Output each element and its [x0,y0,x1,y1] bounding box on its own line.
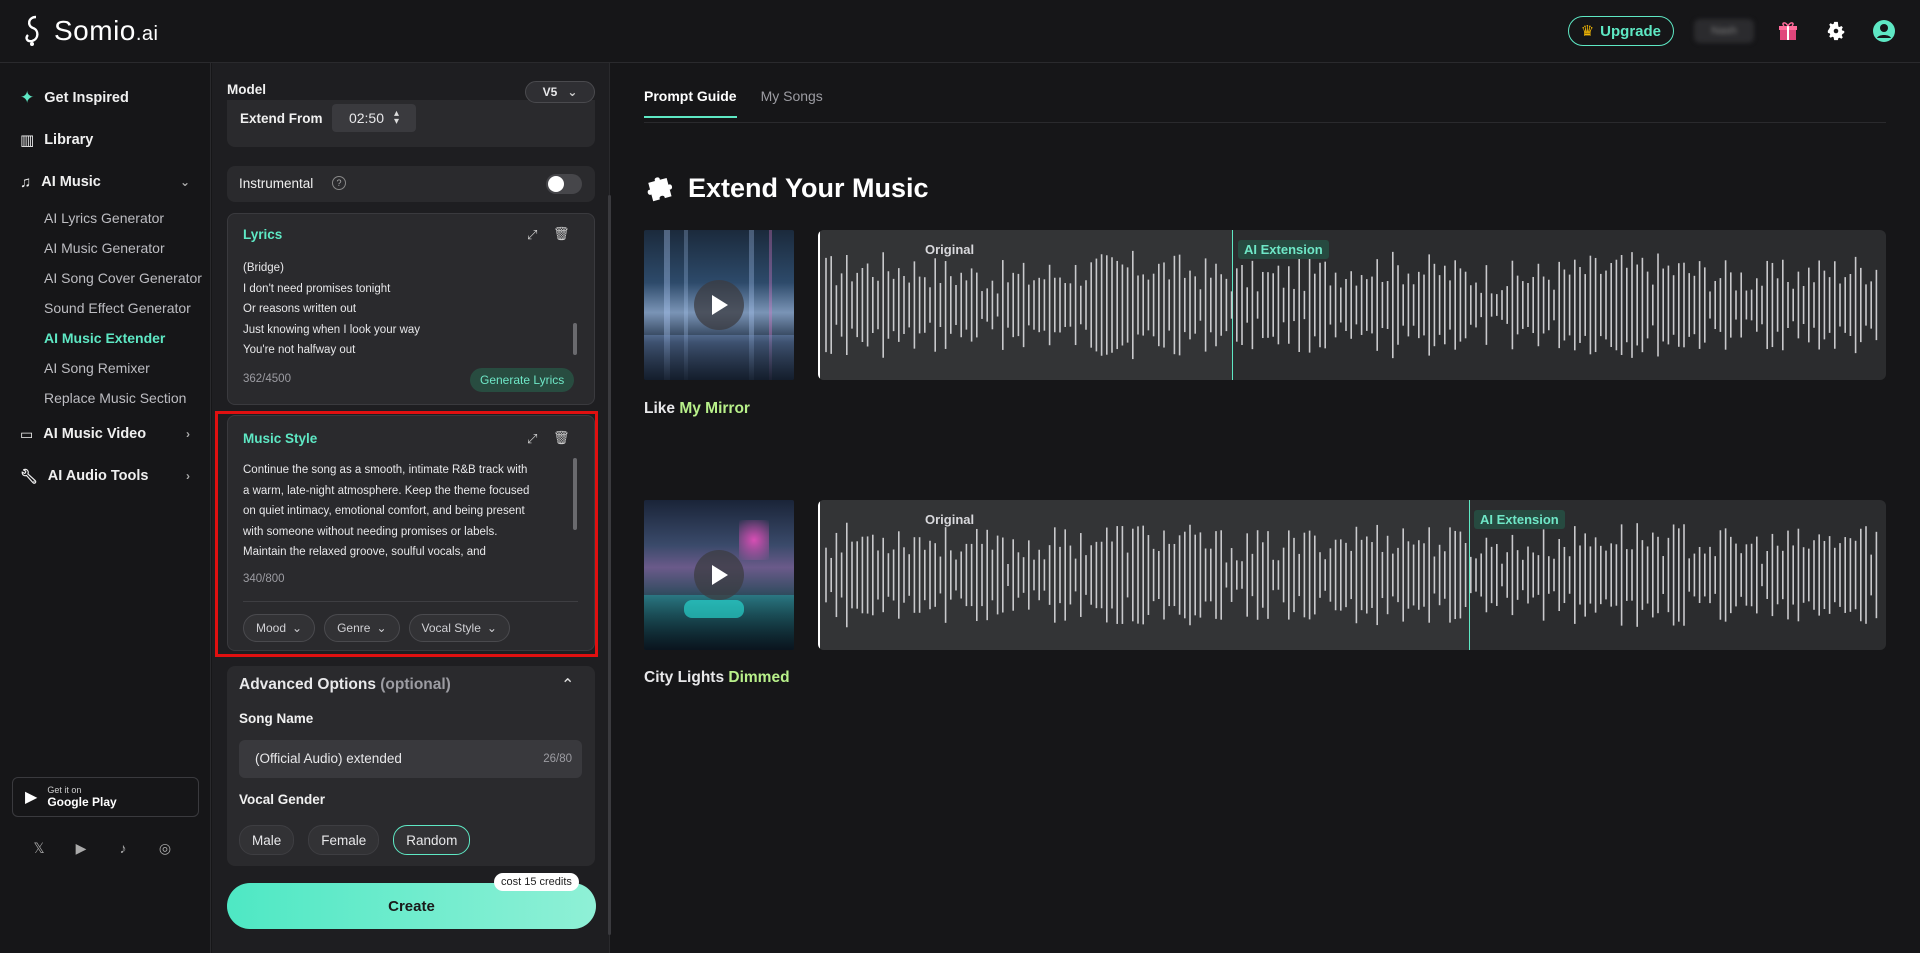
crown-icon: ♛ [1580,23,1595,40]
expand-icon[interactable]: ⤢ [527,431,537,447]
song-title[interactable]: City Lights Dimmed [644,669,790,687]
sidebar-item-ai-lyrics-generator[interactable]: AI Lyrics Generator [0,203,210,233]
music-style-text[interactable]: Continue the song as a smooth, intimate … [243,460,573,563]
music-style-char-count: 340/800 [243,573,285,585]
play-button[interactable] [694,280,744,330]
advanced-options-title[interactable]: Advanced Options (optional) [239,676,451,694]
x-twitter-icon[interactable]: 𝕏 [30,839,48,857]
song-title[interactable]: Like My Mirror [644,400,750,418]
youtube-icon[interactable]: ▶ [72,839,90,857]
chevron-down-icon: ⌄ [376,621,387,635]
model-label: Model [227,82,266,97]
section-title: Extend Your Music [644,172,929,204]
model-select[interactable]: V5 ⌄ [525,81,595,103]
lyrics-text[interactable]: (Bridge) I don't need promises tonight O… [243,258,573,361]
gender-male-button[interactable]: Male [239,825,295,855]
vocal-style-tag-button[interactable]: Vocal Style ⌄ [408,614,510,642]
logo[interactable]: Somio.ai [22,14,159,48]
nav-ai-audio-tools[interactable]: 🔧︎ AI Audio Tools › [0,455,210,497]
song-name-label: Song Name [239,711,314,726]
google-play-button[interactable]: ▶ Get it on Google Play [12,777,199,817]
puzzle-icon [647,177,673,202]
avatar[interactable] [1870,17,1898,45]
song-name-input[interactable]: (Official Audio) extended 26/80 [239,740,582,778]
top-bar: Somio.ai ♛ Upgrade Nash [0,0,1920,63]
user-name[interactable]: Nash [1694,19,1754,43]
tabs: Prompt Guide My Songs [644,88,823,118]
waveform[interactable]: Original AI Extension [818,500,1886,650]
sidebar-item-ai-song-remixer[interactable]: AI Song Remixer [0,353,210,383]
nav-get-inspired[interactable]: ✦ Get Inspired [0,77,210,119]
ai-extension-label: AI Extension [1238,240,1329,259]
extend-from-label: Extend From [240,111,323,126]
sidebar-item-sound-effect-generator[interactable]: Sound Effect Generator [0,293,210,323]
gear-icon[interactable] [1822,17,1850,45]
waveform-bars [825,250,1878,360]
nav-ai-music[interactable]: ♫ AI Music ⌄ [0,161,210,203]
upgrade-button[interactable]: ♛ Upgrade [1567,16,1674,46]
chevron-down-icon: ⌄ [179,175,190,189]
play-icon [712,295,728,315]
vocal-gender-label: Vocal Gender [239,792,326,807]
music-style-title: Music Style [243,431,318,446]
sidebar-item-ai-music-extender[interactable]: AI Music Extender [0,323,210,353]
instrumental-toggle[interactable] [546,174,582,194]
form-scrollbar[interactable] [608,195,611,935]
logo-icon [25,15,39,46]
waveform[interactable]: Original AI Extension [818,230,1886,380]
sidebar-item-ai-music-generator[interactable]: AI Music Generator [0,233,210,263]
waveform-bars [825,522,1878,628]
song-thumbnail[interactable] [644,230,794,380]
chevron-up-icon[interactable]: ⌃ [561,675,574,695]
library-icon: ▥ [20,132,35,149]
mood-tag-button[interactable]: Mood ⌄ [243,614,316,642]
music-note-icon: ♫ [20,173,32,191]
play-icon [712,565,728,585]
play-button[interactable] [694,550,744,600]
extend-from-input[interactable]: 02:50 ▴ ▾ [332,104,416,132]
chevron-down-icon: ⌄ [486,621,497,635]
tab-my-songs[interactable]: My Songs [761,88,823,118]
lyrics-char-count: 362/4500 [243,373,291,385]
lyrics-title: Lyrics [243,227,283,242]
instrumental-label: Instrumental [239,176,314,191]
instagram-icon[interactable]: ◎ [156,839,174,857]
chevron-down-icon: ⌄ [567,85,578,99]
expand-icon[interactable]: ⤢ [527,227,537,243]
chevron-down-icon: ⌄ [292,621,303,635]
tab-prompt-guide[interactable]: Prompt Guide [644,88,737,118]
trash-icon[interactable]: 🗑︎ [553,430,570,446]
original-label: Original [925,512,975,527]
chevron-right-icon: › [186,469,190,483]
play-store-icon: ▶ [25,789,38,806]
sidebar: ✦ Get Inspired ▥ Library ♫ AI Music ⌄ AI… [0,63,211,953]
help-icon[interactable]: ? [332,176,346,190]
chevron-right-icon: › [186,427,190,441]
trash-icon[interactable]: 🗑︎ [553,226,570,242]
sparkle-icon: ✦ [20,88,35,107]
nav-library[interactable]: ▥ Library [0,119,210,161]
ai-extension-label: AI Extension [1474,510,1565,529]
nav-ai-music-video[interactable]: ▭ AI Music Video › [0,413,210,455]
gender-female-button[interactable]: Female [308,825,380,855]
lyrics-scrollbar[interactable] [573,323,577,355]
sidebar-item-ai-song-cover-generator[interactable]: AI Song Cover Generator [0,263,210,293]
gift-icon[interactable] [1774,17,1802,45]
song-thumbnail[interactable] [644,500,794,650]
tiktok-icon[interactable]: ♪ [114,839,132,857]
divider [243,601,578,602]
wrench-icon: 🔧︎ [20,467,38,484]
video-icon: ▭ [20,425,34,442]
genre-tag-button[interactable]: Genre ⌄ [324,614,400,642]
sidebar-item-replace-music-section[interactable]: Replace Music Section [0,383,210,413]
music-style-scrollbar[interactable] [573,458,577,530]
stepper-icon[interactable]: ▴ ▾ [394,109,399,127]
original-label: Original [925,242,975,257]
logo-text: Somio.ai [54,15,159,46]
gender-random-button[interactable]: Random [393,825,471,855]
tab-divider [644,122,1886,123]
cost-badge: cost 15 credits [494,873,579,891]
generate-lyrics-button[interactable]: Generate Lyrics [470,368,575,392]
